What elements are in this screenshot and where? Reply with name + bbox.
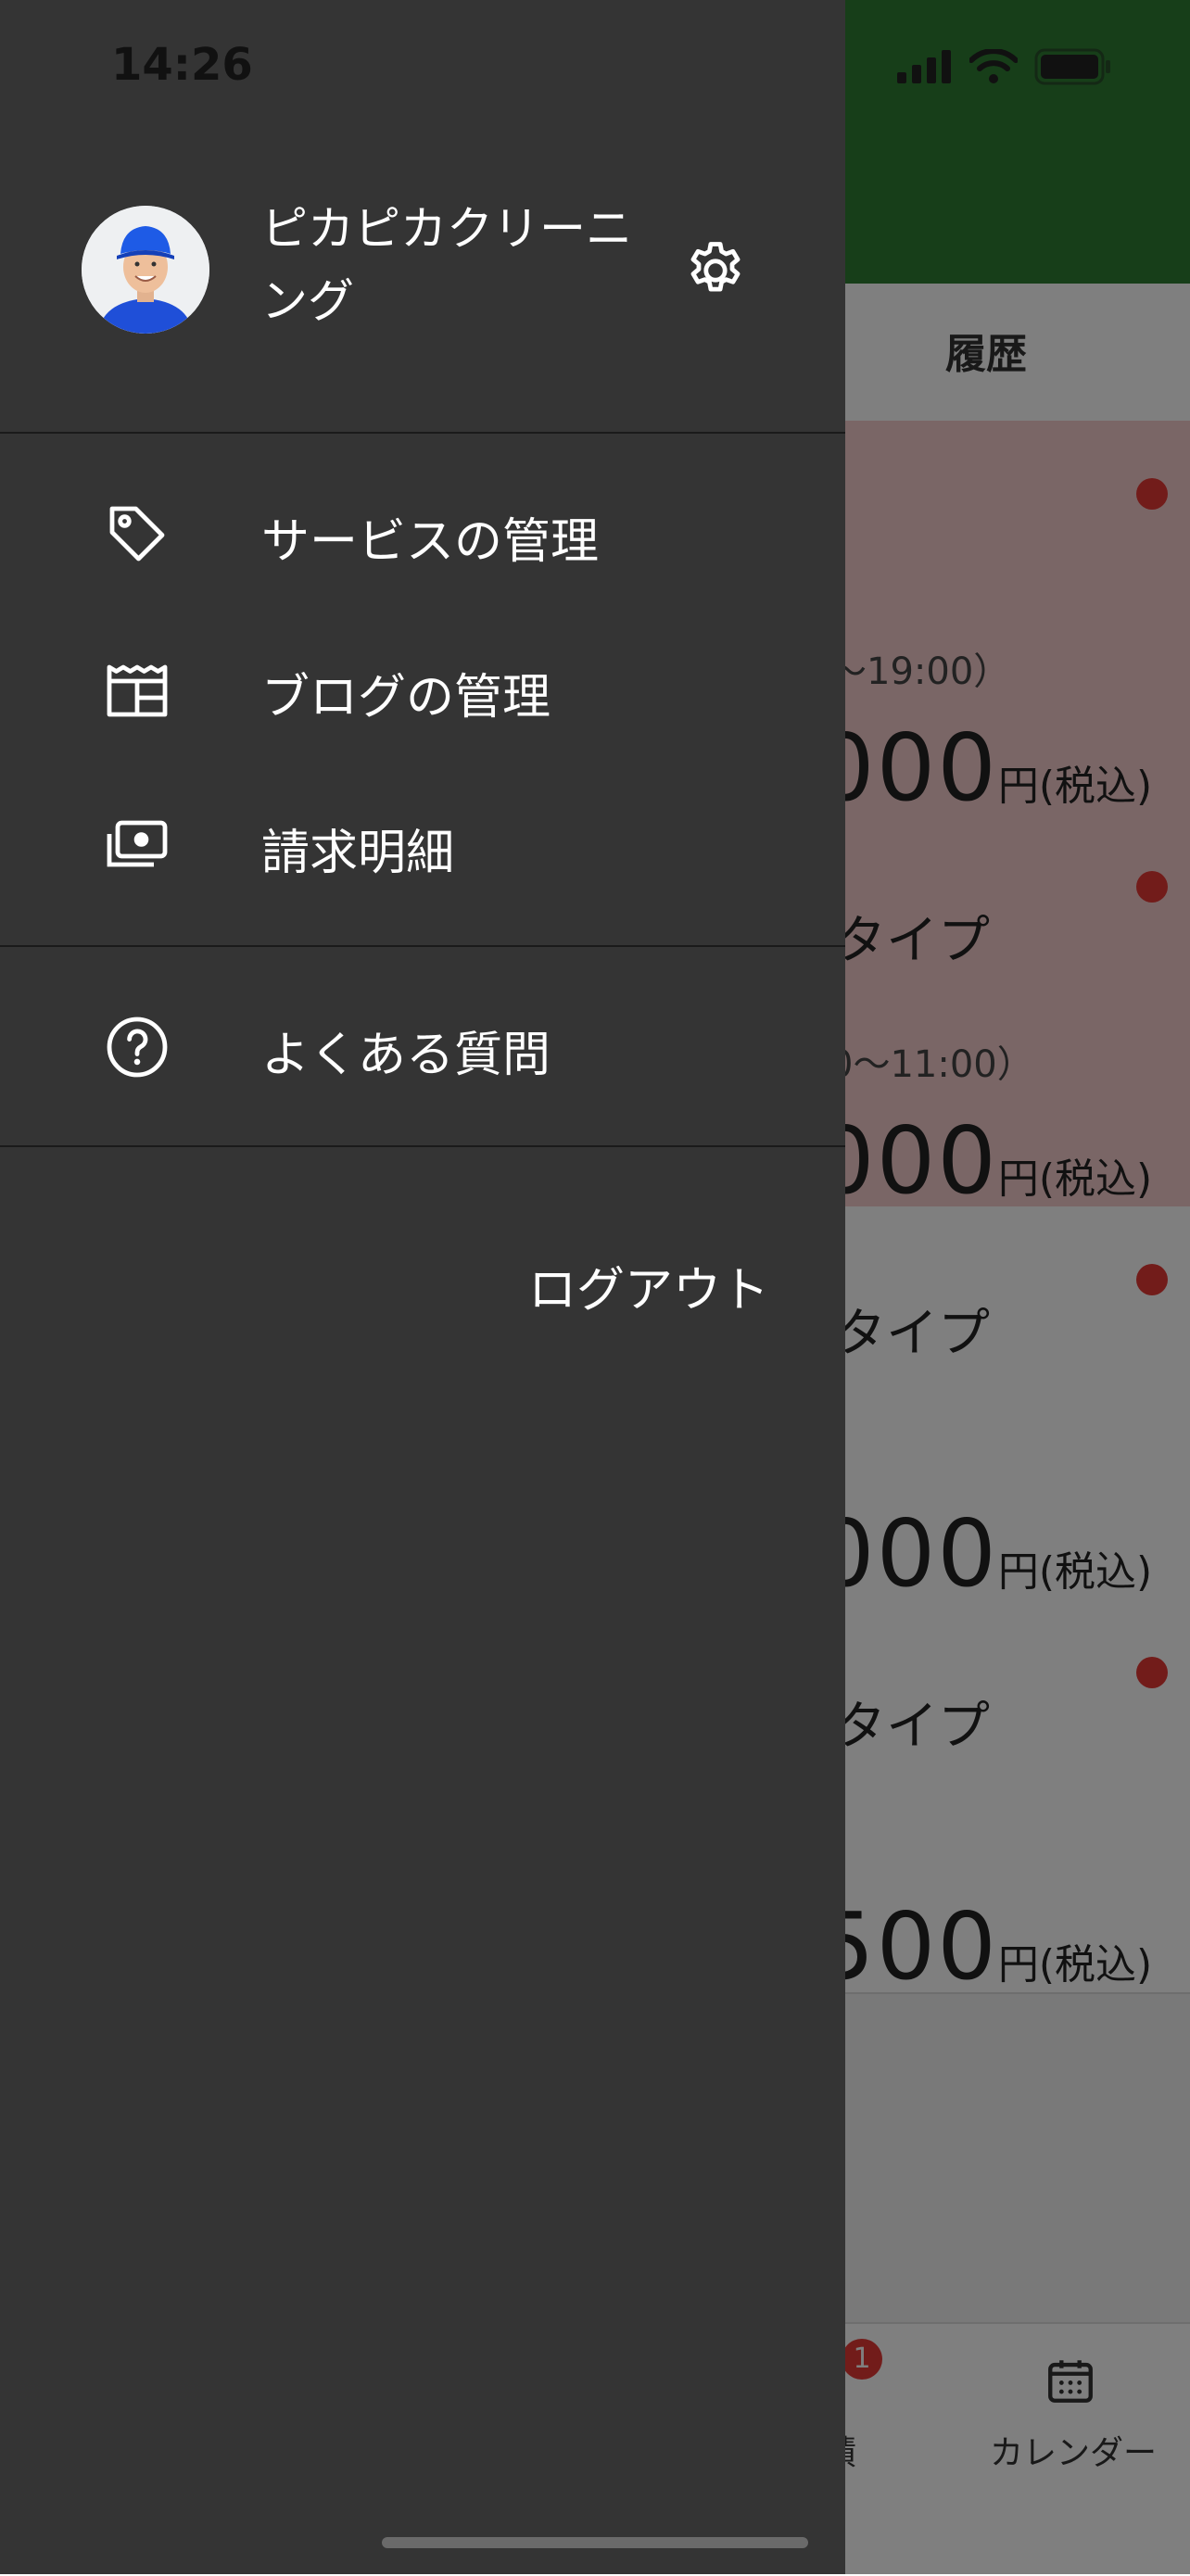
blog-icon	[107, 664, 168, 717]
divider	[0, 1145, 845, 1147]
tag-icon	[109, 506, 165, 562]
menu-label: サービスの管理	[261, 514, 600, 570]
question-circle-icon	[107, 1017, 168, 1078]
money-icon	[107, 820, 168, 867]
home-indicator[interactable]	[382, 2537, 808, 2548]
avatar[interactable]	[82, 206, 209, 334]
logout-button[interactable]: ログアウト	[528, 1251, 769, 1320]
menu-label: よくある質問	[261, 1028, 551, 1083]
profile-name[interactable]: ピカピカクリーニング	[261, 193, 641, 337]
divider	[0, 945, 845, 947]
status-icons	[897, 48, 1112, 85]
profile-photo	[82, 206, 209, 334]
menu-item-faq[interactable]: よくある質問	[0, 973, 845, 1121]
menu-item-blog[interactable]: ブログの管理	[0, 615, 845, 764]
signal-icon	[897, 50, 951, 83]
wifi-icon	[969, 49, 1018, 83]
menu-item-billing[interactable]: 請求明細	[0, 771, 845, 919]
navigation-drawer: ピカピカクリーニング サービスの管理 ブログの管理 請求明細 よくある質問 ログ…	[0, 0, 845, 2574]
menu-label: 請求明細	[261, 826, 455, 881]
menu-label: ブログの管理	[261, 670, 551, 726]
menu-item-services[interactable]: サービスの管理	[0, 460, 845, 608]
divider	[0, 432, 845, 434]
gear-icon[interactable]	[682, 237, 749, 304]
status-time: 14:26	[111, 39, 253, 91]
battery-icon	[1034, 48, 1110, 85]
